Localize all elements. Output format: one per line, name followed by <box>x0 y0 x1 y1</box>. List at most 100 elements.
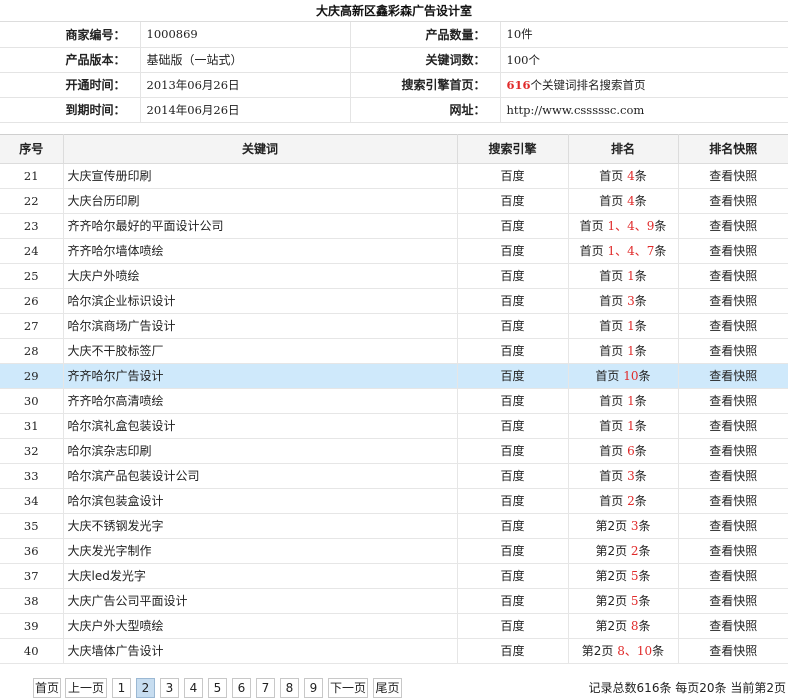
rank-unit: 条 <box>638 544 651 558</box>
merchant-id-label: 商家编号： <box>0 22 140 48</box>
view-snapshot-link[interactable]: 查看快照 <box>677 287 788 314</box>
row-index: 25 <box>0 262 64 289</box>
row-index: 27 <box>0 312 64 339</box>
first-page-button[interactable]: 首页 <box>33 678 61 698</box>
row-keyword: 大庆广告公司平面设计 <box>62 587 458 614</box>
row-engine: 百度 <box>456 312 569 339</box>
last-page-button[interactable]: 尾页 <box>373 678 402 698</box>
page-button-1[interactable]: 1 <box>112 678 131 698</box>
row-index: 31 <box>0 412 64 439</box>
search-homepage-value: 616个关键词排名搜索首页 <box>499 72 788 98</box>
rank-unit: 条 <box>634 469 647 483</box>
rank-page: 第2页 <box>581 644 614 658</box>
view-snapshot-link[interactable]: 查看快照 <box>677 487 788 514</box>
rank-positions: 1 <box>627 269 635 283</box>
open-date-value: 2013年06月26日 <box>139 72 350 98</box>
table-row: 21 大庆宣传册印刷 百度 首页 4条 查看快照 <box>0 162 788 189</box>
prev-page-button[interactable]: 上一页 <box>65 678 107 698</box>
table-row: 35 大庆不锈钢发光字 百度 第2页 3条 查看快照 <box>0 512 788 539</box>
row-rank: 首页 1条 <box>567 412 679 439</box>
table-row: 32 哈尔滨杂志印刷 百度 首页 6条 查看快照 <box>0 437 788 464</box>
page-button-4[interactable]: 4 <box>184 678 203 698</box>
page-button-2-current[interactable]: 2 <box>136 678 155 698</box>
view-snapshot-link[interactable]: 查看快照 <box>677 237 788 264</box>
rank-page: 首页 <box>599 469 624 483</box>
row-rank: 首页 4条 <box>567 187 679 214</box>
page-button-6[interactable]: 6 <box>232 678 251 698</box>
rank-positions: 1 <box>627 319 635 333</box>
view-snapshot-link[interactable]: 查看快照 <box>677 512 788 539</box>
rank-positions: 1 <box>627 344 635 358</box>
rank-page: 首页 <box>599 294 624 308</box>
page-button-7[interactable]: 7 <box>256 678 275 698</box>
table-row: 33 哈尔滨产品包装设计公司 百度 首页 3条 查看快照 <box>0 462 788 489</box>
table-row: 34 哈尔滨包装盒设计 百度 首页 2条 查看快照 <box>0 487 788 514</box>
page-button-8[interactable]: 8 <box>280 678 299 698</box>
view-snapshot-link[interactable]: 查看快照 <box>677 262 788 289</box>
view-snapshot-link[interactable]: 查看快照 <box>677 387 788 414</box>
rank-page: 第2页 <box>595 569 628 583</box>
rank-page: 首页 <box>599 194 624 208</box>
table-row: 37 大庆led发光字 百度 第2页 5条 查看快照 <box>0 562 788 589</box>
rank-positions: 5 <box>630 594 639 608</box>
rank-unit: 条 <box>634 294 647 308</box>
rank-page: 首页 <box>595 369 620 383</box>
rank-unit: 条 <box>634 494 647 508</box>
row-rank: 第2页 8条 <box>567 612 679 639</box>
view-snapshot-link[interactable]: 查看快照 <box>677 612 788 639</box>
rank-unit: 条 <box>634 169 647 183</box>
view-snapshot-link[interactable]: 查看快照 <box>677 637 788 664</box>
row-index: 35 <box>0 512 64 539</box>
row-index: 26 <box>0 287 64 314</box>
row-engine: 百度 <box>456 462 569 489</box>
product-count-label: 产品数量： <box>349 22 500 48</box>
col-header-rank: 排名 <box>567 134 679 164</box>
view-snapshot-link[interactable]: 查看快照 <box>677 462 788 489</box>
row-keyword: 哈尔滨商场广告设计 <box>62 312 458 339</box>
view-snapshot-link[interactable]: 查看快照 <box>677 337 788 364</box>
rank-page: 首页 <box>599 394 624 408</box>
row-index: 29 <box>0 362 64 389</box>
rank-page: 首页 <box>599 419 624 433</box>
view-snapshot-link[interactable]: 查看快照 <box>677 562 788 589</box>
row-engine: 百度 <box>456 537 569 564</box>
rank-unit: 条 <box>638 369 651 383</box>
view-snapshot-link[interactable]: 查看快照 <box>677 212 788 239</box>
next-page-button[interactable]: 下一页 <box>328 678 368 698</box>
table-row: 22 大庆台历印刷 百度 首页 4条 查看快照 <box>0 187 788 214</box>
rank-page: 首页 <box>599 444 624 458</box>
row-engine: 百度 <box>456 237 569 264</box>
row-rank: 第2页 5条 <box>567 562 679 589</box>
keyword-count-label: 关键词数： <box>349 47 500 73</box>
page-button-9[interactable]: 9 <box>304 678 323 698</box>
merchant-info-table: 商家编号： 1000869 产品数量： 10件 产品版本： 基础版（一站式） 关… <box>0 22 788 123</box>
view-snapshot-link[interactable]: 查看快照 <box>677 412 788 439</box>
product-version-value: 基础版（一站式） <box>139 47 350 73</box>
website-value[interactable]: http://www.csssssc.com <box>499 97 788 123</box>
view-snapshot-link[interactable]: 查看快照 <box>677 537 788 564</box>
row-rank: 首页 1条 <box>567 387 679 414</box>
row-rank: 首页 3条 <box>567 462 679 489</box>
rank-page: 首页 <box>579 219 604 233</box>
rank-positions: 10 <box>623 369 639 383</box>
table-row: 26 哈尔滨企业标识设计 百度 首页 3条 查看快照 <box>0 287 788 314</box>
table-row: 36 大庆发光字制作 百度 第2页 2条 查看快照 <box>0 537 788 564</box>
view-snapshot-link[interactable]: 查看快照 <box>677 312 788 339</box>
rank-unit: 条 <box>634 269 647 283</box>
row-keyword: 大庆户外大型喷绘 <box>62 612 458 639</box>
view-snapshot-link[interactable]: 查看快照 <box>677 162 788 189</box>
rank-unit: 条 <box>652 644 665 658</box>
page-button-3[interactable]: 3 <box>160 678 179 698</box>
row-keyword: 齐齐哈尔高清喷绘 <box>62 387 458 414</box>
rank-page: 首页 <box>599 269 624 283</box>
row-rank: 首页 1、4、9条 <box>567 212 679 239</box>
row-keyword: 大庆不干胶标签厂 <box>62 337 458 364</box>
page-button-5[interactable]: 5 <box>208 678 227 698</box>
view-snapshot-link[interactable]: 查看快照 <box>677 587 788 614</box>
row-rank: 首页 2条 <box>567 487 679 514</box>
rank-positions: 4 <box>627 169 635 183</box>
view-snapshot-link[interactable]: 查看快照 <box>677 437 788 464</box>
view-snapshot-link[interactable]: 查看快照 <box>677 362 788 389</box>
view-snapshot-link[interactable]: 查看快照 <box>677 187 788 214</box>
row-keyword: 哈尔滨包装盒设计 <box>62 487 458 514</box>
